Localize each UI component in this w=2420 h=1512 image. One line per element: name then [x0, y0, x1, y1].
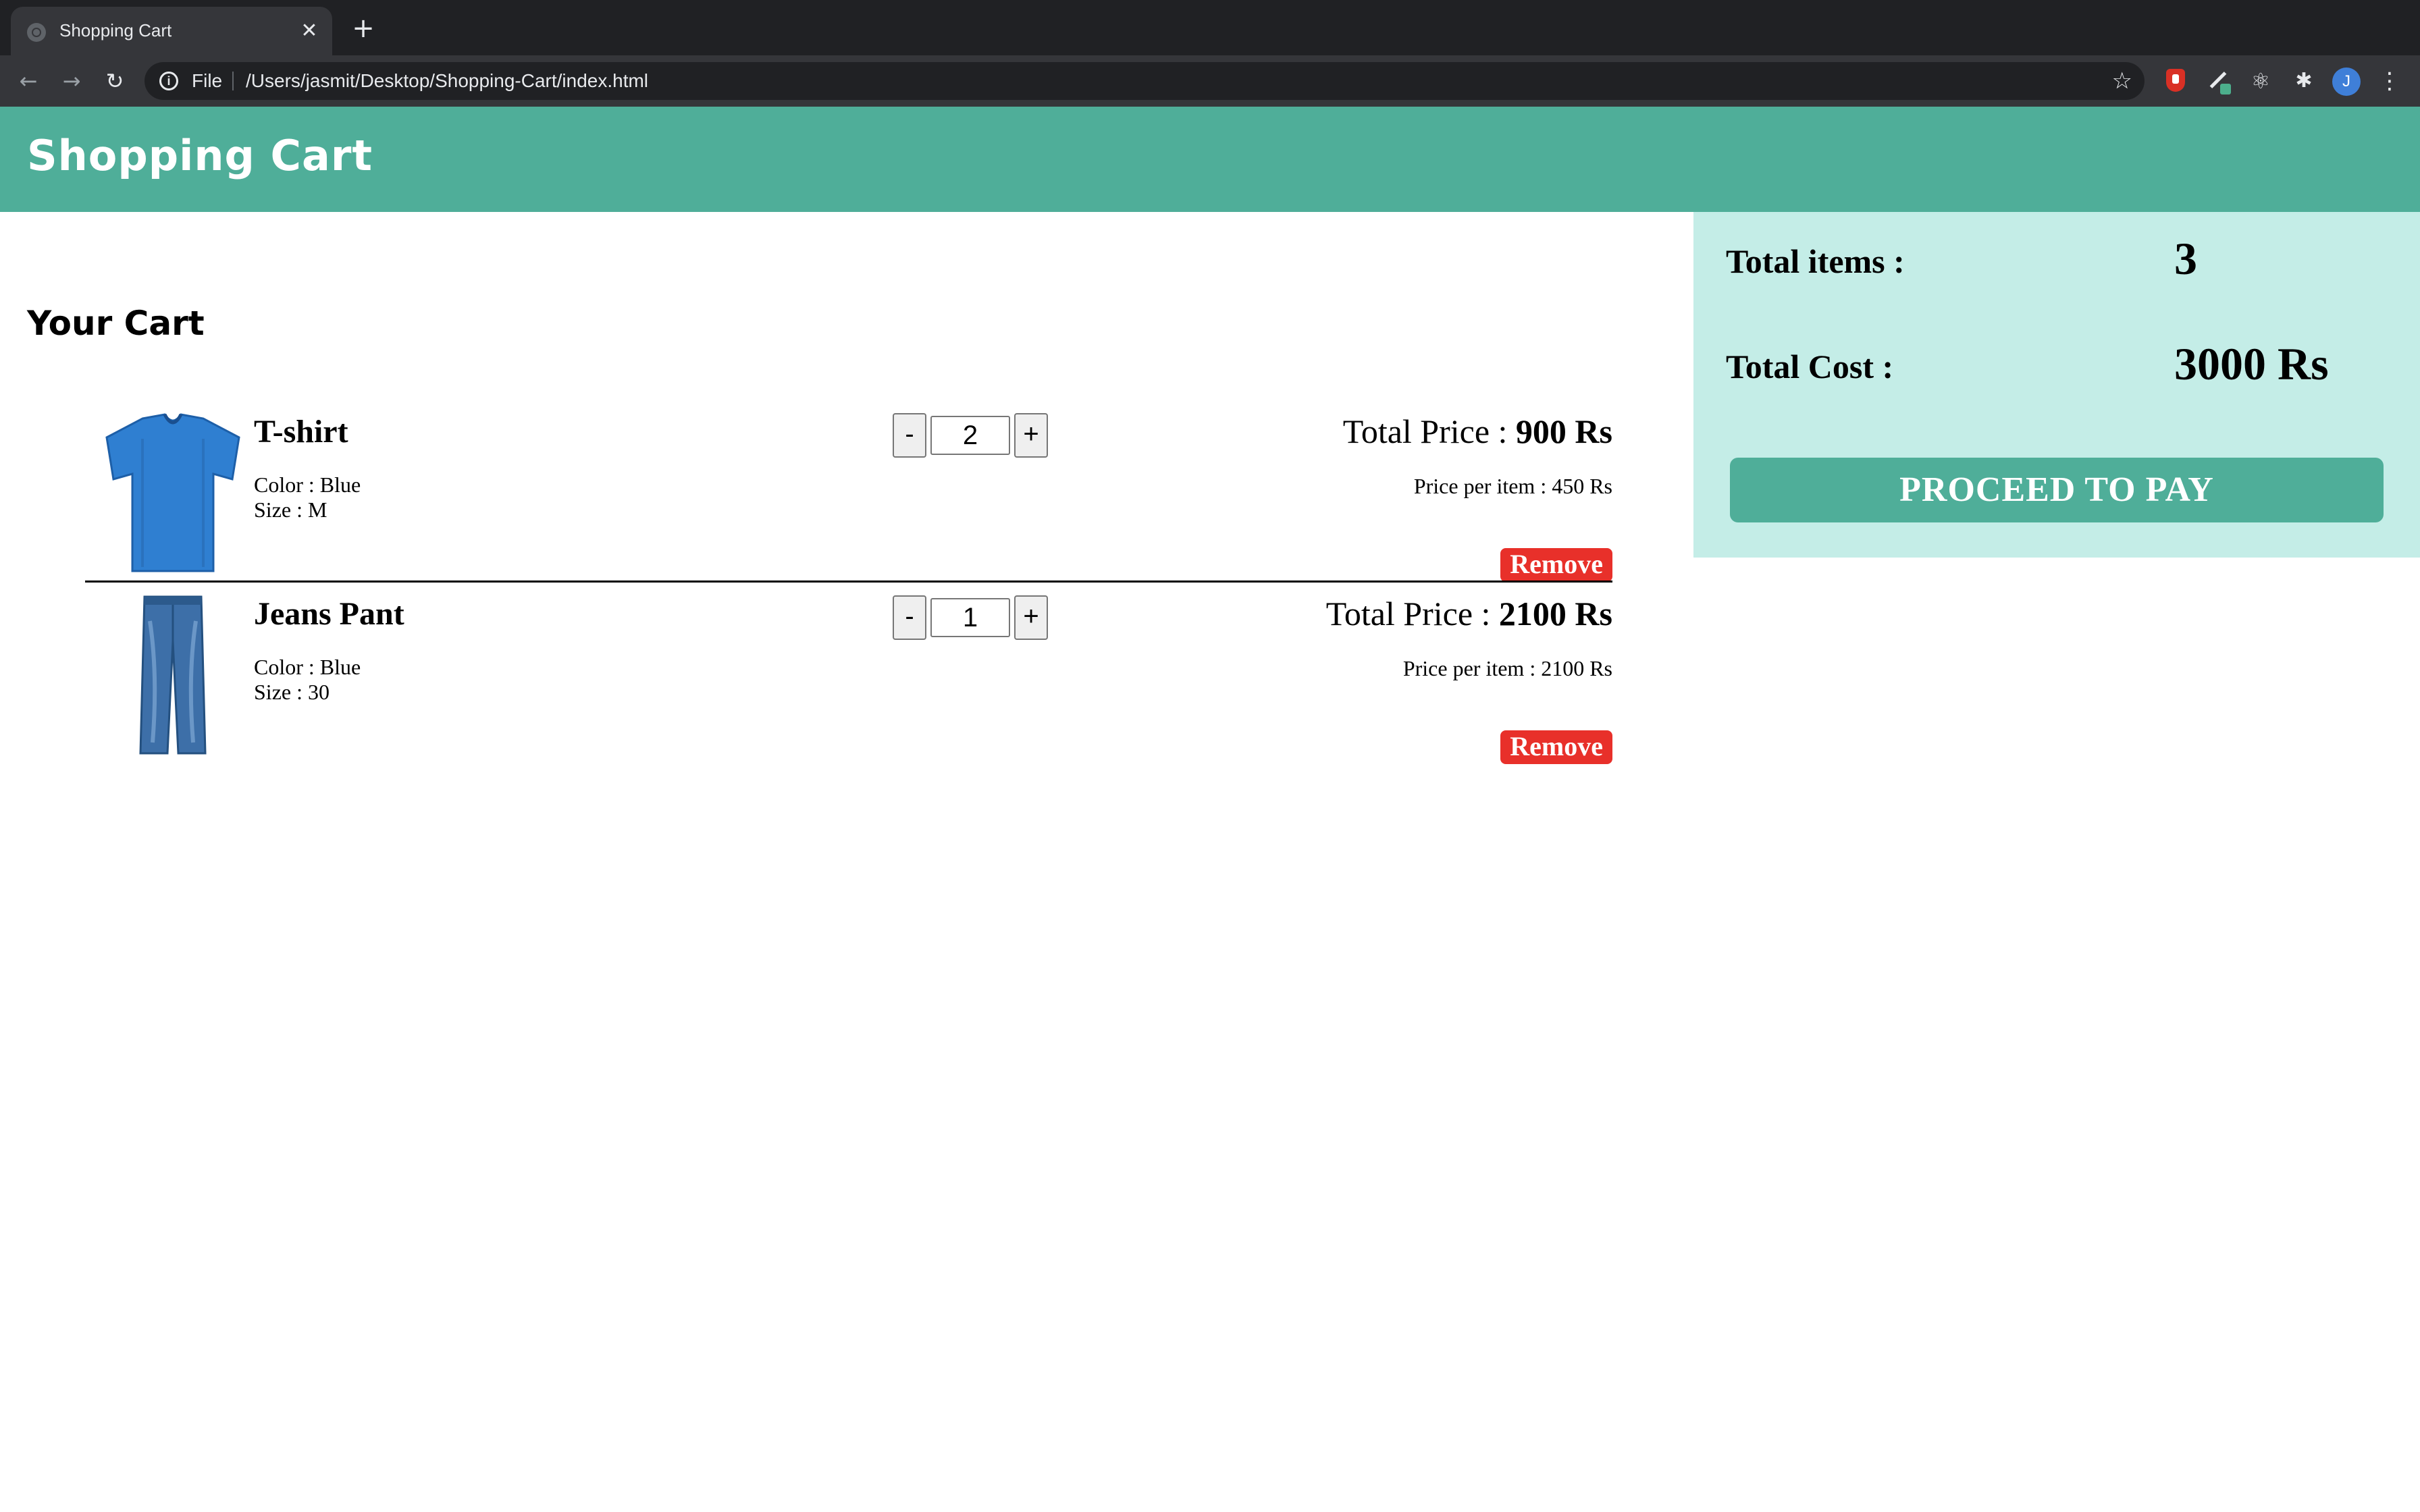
- jeans-image: [139, 595, 207, 755]
- item-name: Jeans Pant: [254, 596, 404, 632]
- total-price-value: 2100 Rs: [1498, 595, 1612, 632]
- close-tab-icon[interactable]: ✕: [296, 18, 323, 45]
- reload-icon[interactable]: ↻: [100, 66, 130, 96]
- menu-dots-icon[interactable]: ⋮: [2378, 66, 2401, 96]
- scheme-label: File: [192, 70, 223, 91]
- total-cost-label: Total Cost :: [1726, 348, 1894, 385]
- remove-button[interactable]: Remove: [1500, 730, 1612, 764]
- adblock-extension-icon[interactable]: [2162, 68, 2189, 94]
- total-price-label: Total Price :: [1325, 595, 1499, 632]
- item-total-price: Total Price : 900 Rs: [1343, 412, 1612, 451]
- decrease-quantity-button[interactable]: -: [893, 595, 926, 640]
- item-name: T-shirt: [254, 414, 348, 450]
- item-unit-price: Price per item : 2100 Rs: [1402, 656, 1612, 680]
- item-size: Size : 30: [254, 680, 330, 704]
- react-devtools-icon[interactable]: ⚛: [2247, 68, 2274, 94]
- globe-icon: [27, 23, 46, 42]
- item-color: Color : Blue: [254, 655, 361, 679]
- quantity-input[interactable]: [930, 598, 1010, 637]
- quantity-input[interactable]: [930, 416, 1010, 455]
- item-unit-price: Price per item : 450 Rs: [1413, 474, 1612, 498]
- forward-arrow-icon[interactable]: →: [57, 66, 86, 96]
- tab-title: Shopping Cart: [59, 20, 172, 40]
- omnibox-divider: [232, 72, 234, 90]
- cart-item-jeans: Jeans Pant Color : Blue Size : 30 - + To…: [85, 580, 1612, 764]
- extensions-puzzle-icon[interactable]: ✱: [2290, 68, 2317, 94]
- browser-tabstrip: Shopping Cart ✕ +: [0, 0, 2420, 55]
- page-header: Shopping Cart: [0, 107, 2420, 212]
- browser-tab[interactable]: Shopping Cart ✕: [11, 7, 332, 55]
- item-color: Color : Blue: [254, 473, 361, 497]
- order-summary: Total items : 3 Total Cost : 3000 Rs PRO…: [1693, 212, 2420, 558]
- tshirt-image: [105, 413, 240, 572]
- bookmark-star-icon[interactable]: ☆: [2112, 68, 2132, 94]
- increase-quantity-button[interactable]: +: [1014, 595, 1048, 640]
- address-bar[interactable]: i File /Users/jasmit/Desktop/Shopping-Ca…: [144, 62, 2145, 100]
- proceed-to-pay-button[interactable]: PROCEED TO PAY: [1730, 458, 2384, 522]
- remove-button[interactable]: Remove: [1500, 548, 1612, 582]
- new-tab-icon[interactable]: +: [348, 15, 378, 45]
- increase-quantity-button[interactable]: +: [1014, 413, 1048, 458]
- profile-avatar[interactable]: J: [2332, 68, 2361, 96]
- total-price-value: 900 Rs: [1515, 412, 1612, 450]
- cart-item-tshirt: T-shirt Color : Blue Size : M - + Total …: [85, 398, 1612, 582]
- total-items-label: Total items :: [1726, 242, 1905, 280]
- info-icon[interactable]: i: [159, 72, 178, 90]
- item-meta: Color : Blue Size : M: [254, 473, 361, 522]
- page-title: Shopping Cart: [27, 131, 373, 180]
- total-cost-value: 3000 Rs: [2174, 338, 2329, 389]
- pen-extension-icon[interactable]: [2205, 68, 2232, 94]
- decrease-quantity-button[interactable]: -: [893, 413, 926, 458]
- item-size: Size : M: [254, 497, 327, 522]
- item-meta: Color : Blue Size : 30: [254, 655, 361, 705]
- back-arrow-icon[interactable]: ←: [14, 66, 43, 96]
- url-text[interactable]: /Users/jasmit/Desktop/Shopping-Cart/inde…: [246, 70, 648, 92]
- item-total-price: Total Price : 2100 Rs: [1326, 594, 1612, 633]
- cart-heading: Your Cart: [27, 304, 205, 343]
- total-price-label: Total Price :: [1342, 412, 1516, 450]
- total-items-value: 3: [2174, 233, 2197, 284]
- browser-toolbar: ← → ↻ i File /Users/jasmit/Desktop/Shopp…: [0, 55, 2420, 107]
